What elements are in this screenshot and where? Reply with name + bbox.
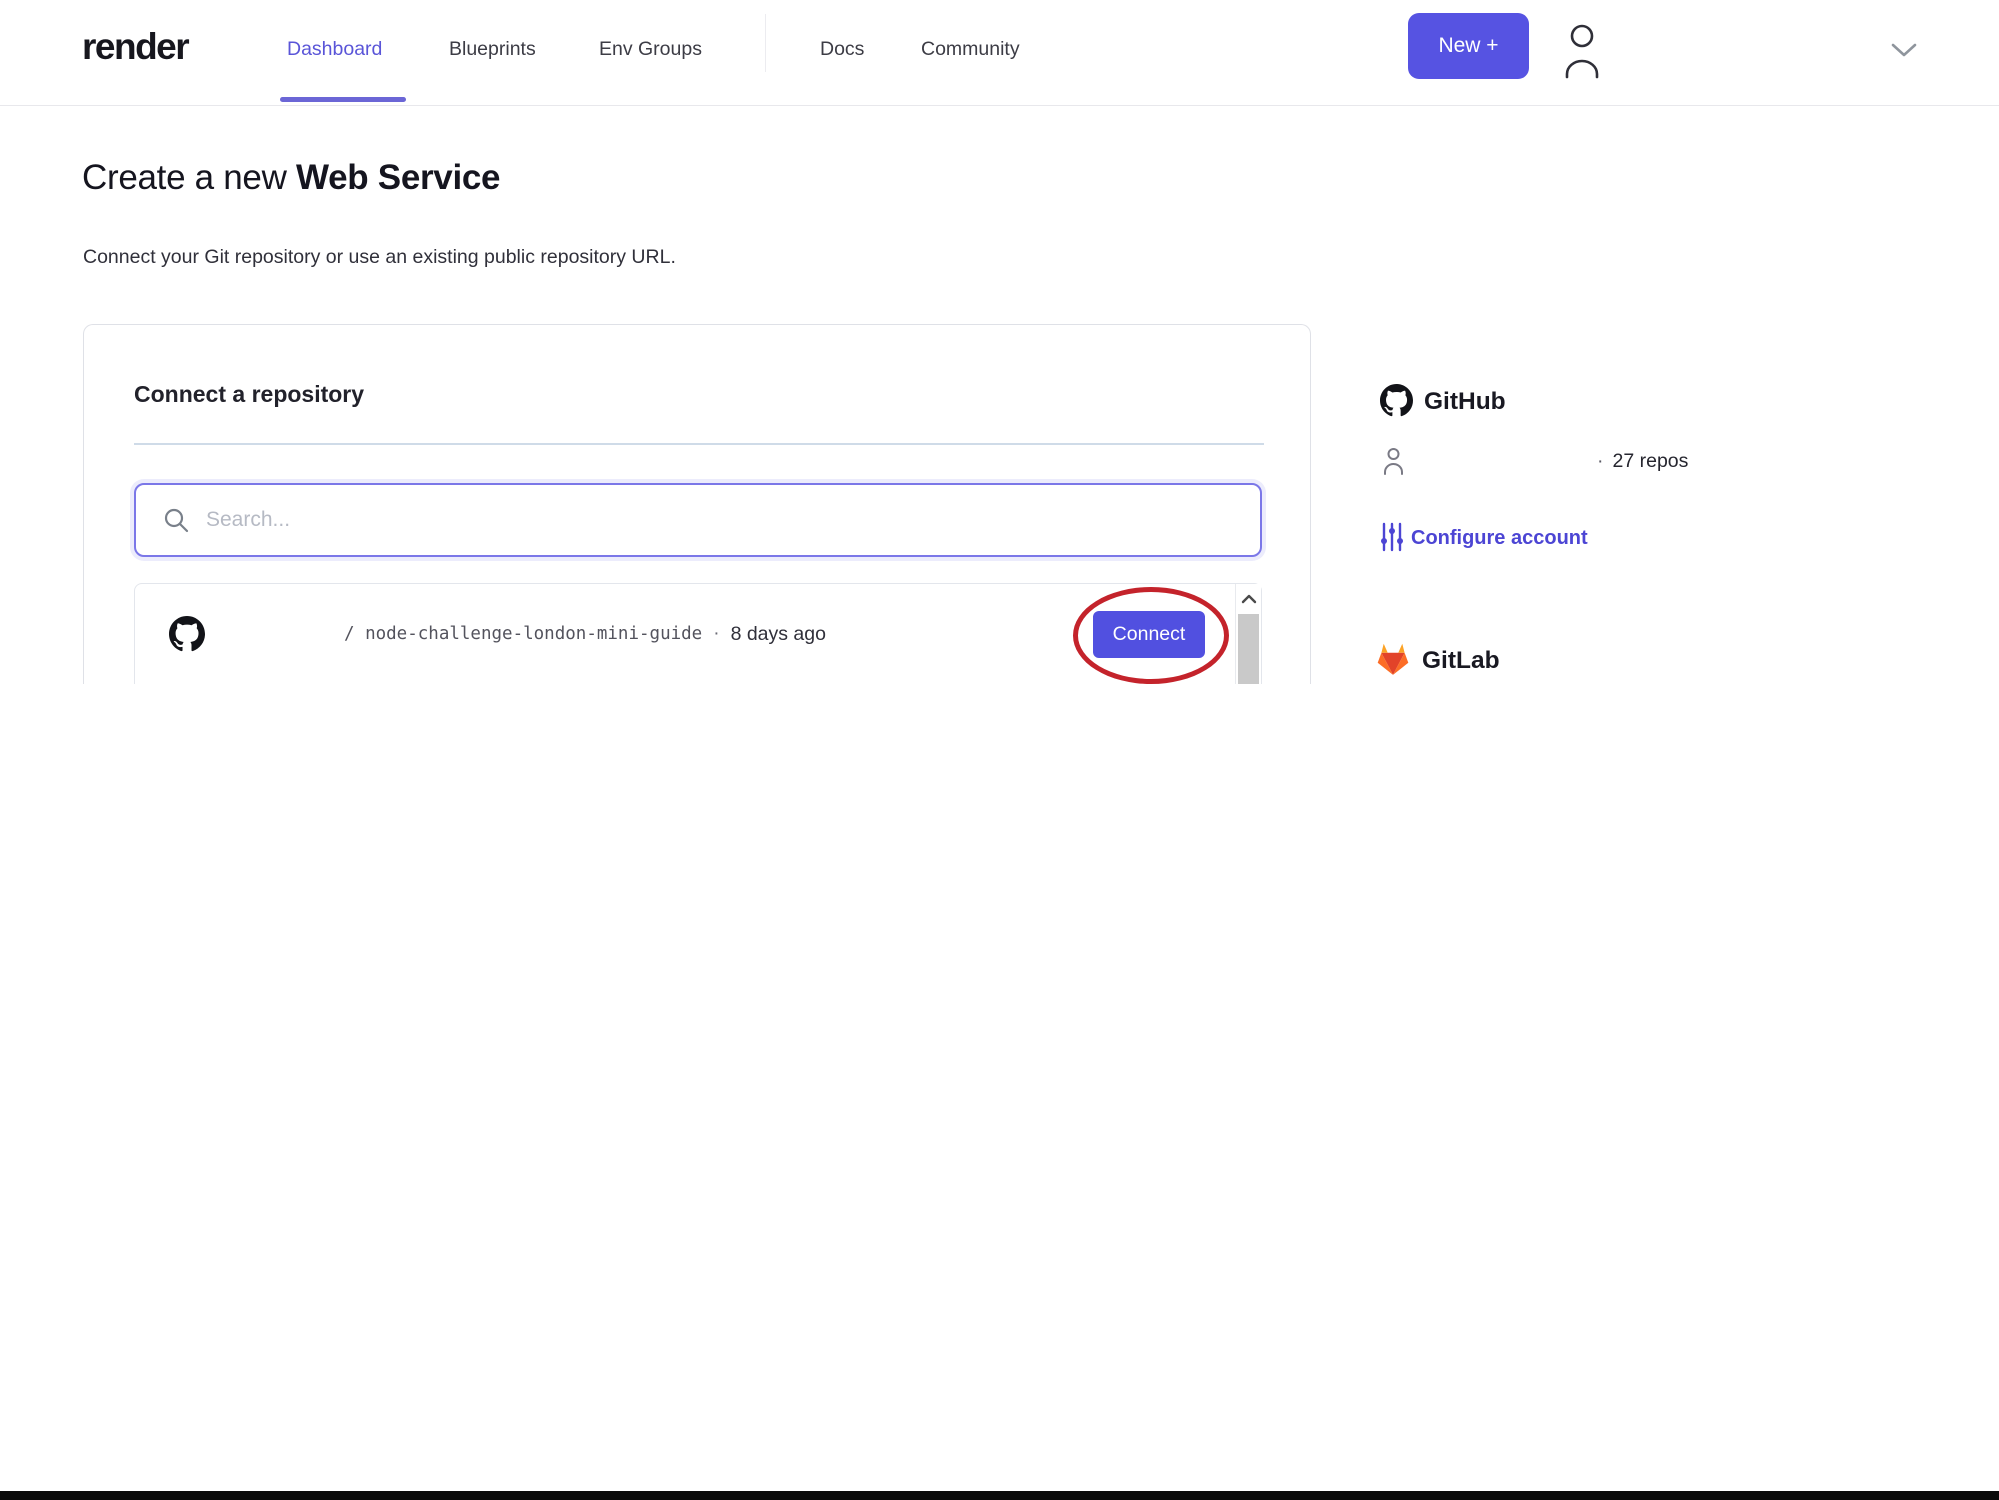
- new-button[interactable]: New +: [1408, 13, 1529, 79]
- page-title-prefix: Create a new: [82, 158, 296, 197]
- repo-separator: ·: [713, 623, 720, 644]
- active-tab-underline: [280, 97, 406, 102]
- github-heading: GitHub: [1424, 388, 1506, 415]
- card-heading: Connect a repository: [134, 381, 365, 407]
- repo-updated: 8 days ago: [730, 622, 826, 645]
- nav-item-blueprints[interactable]: Blueprints: [449, 38, 536, 61]
- nav-item-env-groups[interactable]: Env Groups: [599, 38, 702, 61]
- nav-item-community[interactable]: Community: [921, 38, 1020, 61]
- page-subtitle: Connect your Git repository or use an ex…: [83, 246, 676, 268]
- card-divider: [134, 443, 1264, 445]
- repo-count-separator: ·: [1597, 450, 1604, 472]
- page-title-emphasis: Web Service: [296, 158, 501, 197]
- user-avatar-icon[interactable]: [1558, 22, 1606, 85]
- repo-count: · 27 repos: [1597, 450, 1688, 473]
- nav-divider: [765, 14, 766, 72]
- repo-search-box[interactable]: [134, 483, 1262, 557]
- scrollbar-thumb[interactable]: [1238, 614, 1259, 684]
- github-icon: [169, 616, 205, 652]
- repo-count-value: 27 repos: [1612, 450, 1689, 472]
- repo-description: / node-challenge-london-mini-guide · 8 d…: [344, 584, 826, 684]
- repo-list-scrollbar[interactable]: [1235, 584, 1261, 684]
- repo-path: / node-challenge-london-mini-guide: [344, 624, 703, 644]
- github-icon: [1380, 384, 1413, 417]
- render-logo[interactable]: render: [82, 26, 190, 68]
- repo-row[interactable]: / node-challenge-london-mini-guide · 8 d…: [135, 584, 1261, 684]
- configure-account-link[interactable]: Configure account: [1411, 527, 1588, 550]
- chevron-down-icon[interactable]: [1890, 42, 1918, 63]
- account-person-icon: [1381, 446, 1406, 476]
- nav-item-docs[interactable]: Docs: [820, 38, 864, 61]
- nav-item-dashboard[interactable]: Dashboard: [287, 38, 382, 61]
- search-input[interactable]: [206, 508, 1244, 532]
- scroll-up-icon[interactable]: [1236, 584, 1261, 614]
- connect-button[interactable]: Connect: [1093, 611, 1205, 658]
- bottom-bar: [0, 1491, 1999, 1500]
- page: render Dashboard Blueprints Env Groups D…: [0, 0, 1999, 1500]
- connect-repository-card: Connect a repository / node-challenge-: [83, 324, 1311, 684]
- gitlab-icon: [1374, 639, 1412, 677]
- page-title: Create a new Web Service: [82, 158, 501, 198]
- top-navbar: render Dashboard Blueprints Env Groups D…: [0, 0, 1999, 106]
- sliders-icon[interactable]: [1380, 522, 1404, 552]
- repo-list: / node-challenge-london-mini-guide · 8 d…: [134, 583, 1262, 684]
- gitlab-heading: GitLab: [1422, 647, 1500, 674]
- search-icon: [162, 506, 190, 534]
